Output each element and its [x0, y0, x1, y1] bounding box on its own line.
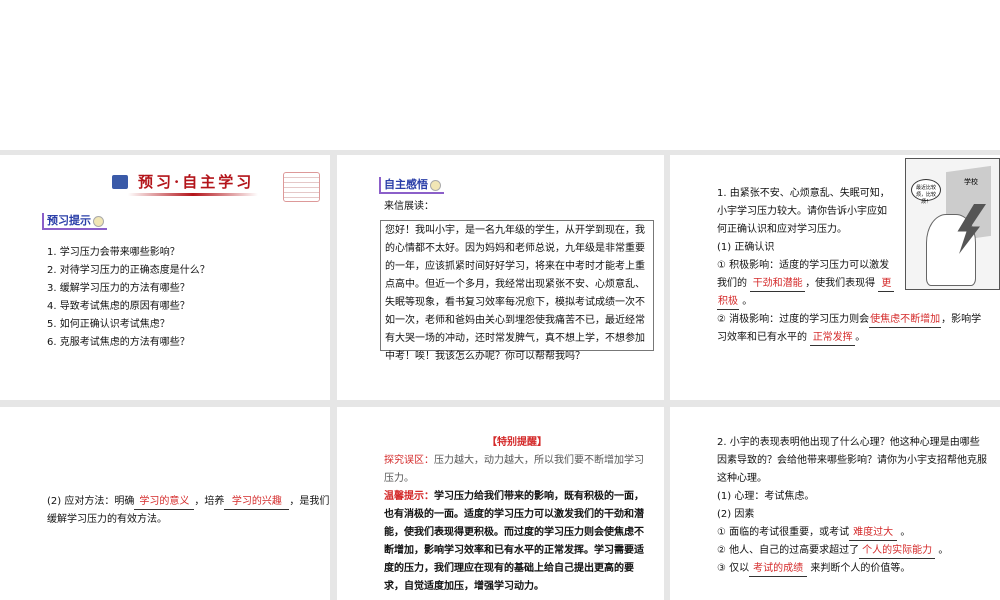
- list-item: 5. 如何正确认识考试焦虑？: [47, 319, 170, 330]
- body-text: 。: [855, 332, 866, 343]
- list-item: 3. 缓解学习压力的方法有哪些？: [47, 283, 190, 294]
- answer-blank: 难度过大: [849, 526, 898, 541]
- badge-icon: [93, 215, 104, 227]
- body-text: 习效率和已有水平的: [717, 332, 807, 343]
- body-text: 度的压力，我们理应在现有的基础上给自己提出更高的要: [384, 563, 634, 574]
- letter-text: 您好！我叫小宇，是一名九年级的学生，从开学到现在，我的心情都不太好。因为妈妈和老…: [385, 225, 645, 362]
- badge-icon: [430, 179, 441, 191]
- question-text: 这种心理。: [717, 473, 767, 484]
- cartoon-image: 最近比较烦，比较烦！ 学校: [905, 158, 1000, 290]
- body-text: ，使我们表现得: [805, 278, 876, 289]
- subheading: (1) 正确认识: [717, 242, 775, 253]
- question-text: 小宇学习压力较大。请你告诉小宇应如: [717, 206, 887, 217]
- body-text: 能，使我们表现得更积极。而过度的学习压力则会使焦虑不: [384, 527, 644, 538]
- answer-blank: 个人的实际能力: [859, 544, 936, 559]
- note-card-icon: [283, 172, 320, 202]
- answer-blank: 积极: [717, 295, 739, 310]
- school-sign: 学校: [964, 178, 978, 186]
- question-text: 2. 小宇的表现表明他出现了什么心理？他这种心理是由哪些: [717, 437, 980, 448]
- body-text: 压力越大，动力越大，所以我们要不断增加学习: [434, 455, 644, 466]
- body-text: 学习压力给我们带来的影响，既有积极的一面，: [434, 491, 644, 502]
- slide-grid: 预习·自主学习 预习提示 1. 学习压力会带来哪些影响？ 2. 对待学习压力的正…: [0, 150, 1000, 600]
- section-label-text: 自主感悟: [384, 178, 428, 191]
- slide-coping-methods[interactable]: (2) 应对方法：明确 学习的意义 ，培养 学习的兴趣 ，是我们 缓解学习压力的有效方法…: [0, 407, 330, 600]
- label: 温馨提示：: [384, 491, 434, 502]
- body-text: ，影响学: [941, 314, 982, 325]
- list-item: 2. 对待学习压力的正确态度是什么？: [47, 265, 210, 276]
- section-banner: 预习·自主学习: [112, 169, 262, 197]
- body-text: ② 消极影响：过度的学习压力则会: [717, 314, 870, 325]
- body-text: 压力。: [384, 473, 414, 484]
- body-line: (2) 应对方法：明确 学习的意义 ，培养 学习的兴趣 ，是我们: [47, 493, 329, 511]
- answer-blank: 学习的兴趣: [224, 495, 290, 510]
- body-text: ，是我们: [289, 496, 330, 507]
- slide-preview-tips[interactable]: 预习·自主学习 预习提示 1. 学习压力会带来哪些影响？ 2. 对待学习压力的正…: [0, 155, 330, 400]
- body-line: ③ 仅以 考试的成绩 来判断个人的价值等。: [717, 560, 910, 578]
- body-text: 。: [938, 545, 949, 556]
- answer-blank: 正常发挥: [810, 331, 856, 346]
- body-text: 来判断个人的价值等。: [810, 563, 911, 574]
- body-text: 求，自觉适度加压，增强学习动力。: [384, 581, 544, 592]
- question-text: 1. 由紧张不安、心烦意乱、失眠可知，: [717, 188, 890, 199]
- body-text: 。: [900, 527, 911, 538]
- graduation-cap-icon: [112, 175, 128, 189]
- label: 探究误区：: [384, 455, 434, 466]
- reminder-title: 【特别提醒】: [487, 437, 547, 448]
- speech-bubble: 最近比较烦，比较烦！: [911, 179, 941, 205]
- subheading: (1) 心理：考试焦虑。: [717, 491, 815, 502]
- slide-letter[interactable]: 自主感悟 来信展读： 您好！我叫小宇，是一名九年级的学生，从开学到现在，我的心情…: [337, 155, 664, 400]
- body-line: 习效率和已有水平的 正常发挥。: [717, 329, 865, 347]
- body-text: ，培养: [194, 496, 225, 507]
- body-text: 缓解学习压力的有效方法。: [47, 514, 167, 525]
- body-line: 我们的 干劲和潜能 ，使我们表现得 更: [717, 275, 895, 293]
- list-item: 6. 克服考试焦虑的方法有哪些？: [47, 337, 190, 348]
- body-text: 我们的: [717, 278, 747, 289]
- body-line: 温馨提示：学习压力给我们带来的影响，既有积极的一面，: [384, 488, 644, 506]
- section-label: 自主感悟: [379, 177, 444, 194]
- body-line: ② 消极影响：过度的学习压力则会使焦虑不断增加，影响学: [717, 311, 981, 329]
- body-text: (2) 应对方法：明确: [47, 496, 135, 507]
- letter-box: 您好！我叫小宇，是一名九年级的学生，从开学到现在，我的心情都不太好。因为妈妈和老…: [380, 220, 654, 362]
- slide-question-1[interactable]: 最近比较烦，比较烦！ 学校 1. 由紧张不安、心烦意乱、失眠可知， 小宇学习压力…: [670, 155, 1000, 400]
- body-line: ② 他人、自己的过高要求超过了 个人的实际能力 。: [717, 542, 948, 560]
- letter-intro: 来信展读：: [384, 201, 434, 212]
- body-text: 也有消极的一面。适度的学习压力可以激发我们的干劲和潜: [384, 509, 644, 520]
- question-text: 因素导致的？会给他带来哪些影响？请你为小宇支招帮他克服: [717, 455, 987, 466]
- banner-underline: [128, 193, 258, 196]
- answer-blank: 考试的成绩: [749, 562, 808, 577]
- slide-question-2[interactable]: 2. 小宇的表现表明他出现了什么心理？他这种心理是由哪些 因素导致的？会给他带来…: [670, 407, 1000, 600]
- body-line: ① 面临的考试很重要，或考试 难度过大 。: [717, 524, 910, 542]
- banner-title: 预习·自主学习: [138, 173, 255, 191]
- body-text: ② 他人、自己的过高要求超过了: [717, 545, 860, 556]
- body-text: ① 面临的考试很重要，或考试: [717, 527, 850, 538]
- section-label-text: 预习提示: [47, 214, 91, 227]
- body-text: ③ 仅以: [717, 563, 750, 574]
- body-line: 探究误区：压力越大，动力越大，所以我们要不断增加学习: [384, 452, 644, 470]
- question-text: 何正确认识和应对学习压力。: [717, 224, 847, 235]
- section-label: 预习提示: [42, 213, 107, 230]
- body-text: 。: [742, 296, 753, 307]
- body-text: ① 积极影响：适度的学习压力可以激发: [717, 260, 890, 271]
- answer-blank: 学习的意义: [134, 495, 195, 510]
- list-item: 4. 导致考试焦虑的原因有哪些？: [47, 301, 190, 312]
- body-text: 断增加，影响学习效率和已有水平的正常发挥。学习需要适: [384, 545, 644, 556]
- answer-blank: 干劲和潜能: [750, 277, 806, 292]
- answer-blank: 更: [878, 277, 895, 292]
- slide-special-reminder[interactable]: 【特别提醒】 探究误区：压力越大，动力越大，所以我们要不断增加学习 压力。 温馨…: [337, 407, 664, 600]
- body-line: 积极 。: [717, 293, 752, 311]
- answer-blank: 使焦虑不断增加: [869, 313, 942, 328]
- subheading: (2) 因素: [717, 509, 755, 520]
- list-item: 1. 学习压力会带来哪些影响？: [47, 247, 180, 258]
